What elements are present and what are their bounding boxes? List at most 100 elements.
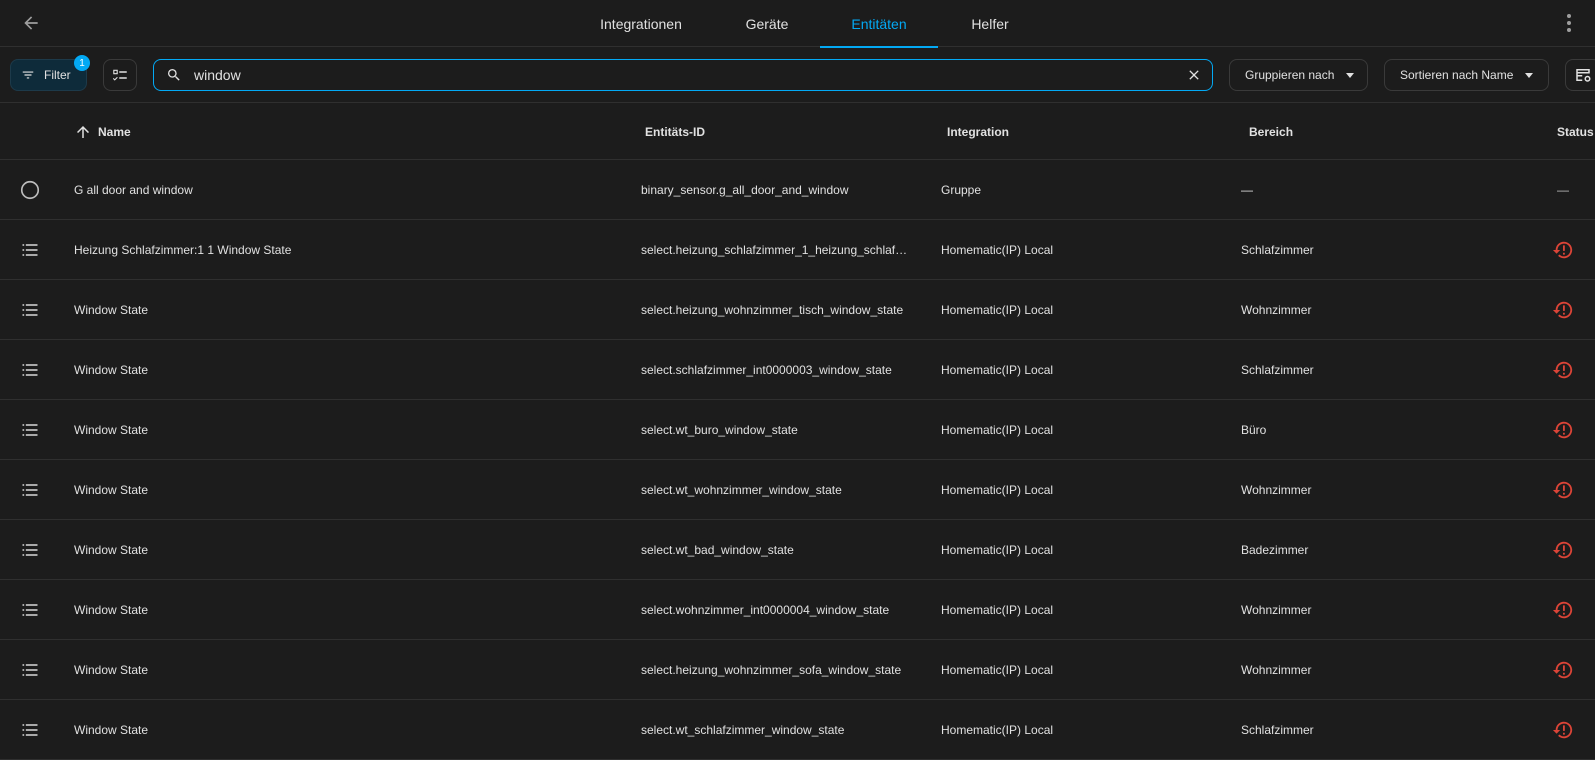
column-label: Integration [947,124,1009,139]
entity-name: Window State [74,663,149,677]
tab-helfer[interactable]: Helfer [940,0,1040,47]
entity-area: Schlafzimmer [1241,243,1314,257]
list-icon [18,280,42,340]
table-row[interactable]: Window State select.wohnzimmer_int0000004… [0,580,1595,640]
table-row[interactable]: Window State select.heizung_wohnzimmer_so… [0,640,1595,700]
list-icon [18,520,42,580]
filter-count-badge: 1 [74,55,90,71]
restore-alert-icon [1552,719,1574,741]
restore-alert-icon [1552,239,1574,261]
tab-bar: Integrationen Geräte Entitäten Helfer [0,0,1595,48]
entity-status [1548,700,1578,760]
search-icon [168,69,180,81]
restore-alert-icon [1552,419,1574,441]
entity-id: binary_sensor.g_all_door_and_window [641,183,849,197]
entity-status [1548,580,1578,640]
tab-label: Helfer [971,15,1009,32]
list-icon [18,460,42,520]
group-by-label: Gruppieren nach [1245,68,1335,82]
entity-name: Window State [74,603,149,617]
circle-outline-icon [18,160,42,220]
entity-status [1548,400,1578,460]
caret-down-icon [1346,72,1355,78]
column-label: Name [98,124,131,139]
tab-geraete[interactable]: Geräte [717,0,817,47]
entity-name: Heizung Schlafzimmer:1 1 Window State [74,243,292,257]
search-input[interactable] [194,64,1144,86]
entity-status [1548,520,1578,580]
entity-id: select.wt_buro_window_state [641,423,798,437]
table-cog-icon [1576,69,1591,82]
entity-id: select.heizung_wohnzimmer_tisch_window_s… [641,303,904,317]
group-by-dropdown[interactable]: Gruppieren nach [1229,59,1368,91]
entity-area: Wohnzimmer [1241,603,1312,617]
entity-name: G all door and window [74,183,193,197]
table-row[interactable]: Window State select.wt_schlafzimmer_windo… [0,700,1595,760]
tab-entitaeten[interactable]: Entitäten [820,0,938,48]
entity-integration: Homematic(IP) Local [941,543,1054,557]
entity-id: select.wt_schlafzimmer_window_state [641,723,845,737]
list-icon [18,640,42,700]
entity-integration: Homematic(IP) Local [941,423,1054,437]
overflow-menu-button[interactable] [1557,10,1581,36]
entity-id: select.wt_wohnzimmer_window_state [641,483,842,497]
search-field [153,59,1213,91]
restore-alert-icon [1552,659,1574,681]
column-header-entity-id[interactable]: Entitäts-ID [645,103,705,160]
tab-label: Integrationen [600,15,682,32]
entity-integration: Homematic(IP) Local [941,303,1054,317]
table-row[interactable]: Window State select.schlafzimmer_int00000… [0,340,1595,400]
entity-status [1548,220,1578,280]
checklist-icon [112,69,127,81]
entity-area: Schlafzimmer [1241,363,1314,377]
entity-status [1548,640,1578,700]
column-label: Bereich [1249,124,1294,139]
entity-name: Window State [74,423,149,437]
tab-label: Entitäten [851,15,907,32]
entity-integration: Homematic(IP) Local [941,483,1054,497]
table-row[interactable]: Window State select.heizung_wohnzimmer_ti… [0,280,1595,340]
table-row[interactable]: Window State select.wt_wohnzimmer_window_… [0,460,1595,520]
column-label: Status [1557,124,1594,139]
column-header-integration[interactable]: Integration [947,103,1009,160]
entity-status [1548,340,1578,400]
status-value: — [1557,183,1569,197]
entity-name: Window State [74,723,149,737]
table-row[interactable]: Window State select.wt_buro_window_state H… [0,400,1595,460]
entity-name: Window State [74,483,149,497]
filter-label: Filter [44,68,71,82]
column-label: Entitäts-ID [645,124,705,139]
tab-label: Geräte [745,15,789,32]
entity-integration: Homematic(IP) Local [941,603,1054,617]
entity-area: Büro [1241,423,1267,437]
entity-id: select.wohnzimmer_int0000004_window_stat… [641,603,890,617]
selection-mode-button[interactable] [103,59,137,91]
entity-area: Wohnzimmer [1241,303,1312,317]
search-toolbar: Filter 1 Gruppieren nach Sortieren nach … [0,47,1595,103]
table-row[interactable]: Heizung Schlafzimmer:1 1 Window State sel… [0,220,1595,280]
list-icon [18,340,42,400]
entity-id: select.heizung_schlafzimmer_1_heizung_sc… [641,243,909,257]
clear-search-icon[interactable] [1186,67,1202,83]
column-header-status[interactable]: Status [1557,103,1594,160]
table-row[interactable]: G all door and window binary_sensor.g_all… [0,160,1595,220]
column-header-name[interactable]: Name [74,103,131,160]
restore-alert-icon [1552,479,1574,501]
entity-status [1548,460,1578,520]
table-row[interactable]: Window State select.wt_bad_window_state Ho… [0,520,1595,580]
entity-status [1548,280,1578,340]
tab-integrationen[interactable]: Integrationen [586,0,696,47]
list-icon [18,400,42,460]
entity-area: Wohnzimmer [1241,663,1312,677]
entity-area: Schlafzimmer [1241,723,1314,737]
caret-down-icon [1525,72,1534,78]
sort-by-dropdown[interactable]: Sortieren nach Name [1384,59,1549,91]
column-header-area[interactable]: Bereich [1249,103,1293,160]
entity-integration: Homematic(IP) Local [941,663,1054,677]
table-settings-button[interactable] [1565,59,1595,91]
entity-area: — [1241,183,1253,197]
entity-id: select.heizung_wohnzimmer_sofa_window_st… [641,663,902,677]
restore-alert-icon [1552,299,1574,321]
list-icon [18,220,42,280]
arrow-up-icon [77,125,89,138]
